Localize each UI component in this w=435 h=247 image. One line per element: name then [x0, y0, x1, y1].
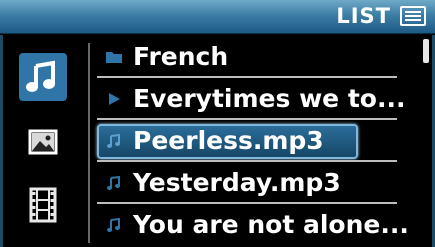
frame-left	[0, 35, 3, 247]
header-title: LIST	[336, 4, 391, 28]
folder-icon	[106, 52, 122, 63]
list-item[interactable]: Yesterday.mp3	[99, 165, 399, 203]
play-icon	[109, 93, 120, 105]
row-separator	[97, 118, 397, 120]
main-panel: French Everytimes we to... Peerless.mp3	[0, 35, 435, 247]
header-bar: LIST	[0, 0, 435, 34]
category-video[interactable]	[19, 181, 67, 229]
picture-icon	[28, 129, 58, 155]
music-player-screen: LIST French Everytimes we to... Peerless…	[0, 0, 435, 247]
list-item-label: Peerless.mp3	[133, 126, 324, 155]
column-divider	[88, 43, 90, 243]
music-note-icon	[26, 60, 55, 92]
music-note-icon	[107, 175, 120, 190]
list-item-label: Everytimes we to...	[133, 84, 406, 113]
list-item-label: French	[133, 42, 229, 71]
row-separator	[97, 160, 397, 162]
category-photo[interactable]	[19, 120, 67, 168]
list-item-selected[interactable]: Peerless.mp3	[97, 123, 399, 161]
scrollbar-thumb[interactable]	[423, 39, 429, 63]
list-item-label: You are not alone...	[133, 210, 409, 239]
film-icon	[29, 187, 57, 223]
row-separator	[97, 76, 397, 78]
list-item[interactable]: Everytimes we to...	[99, 81, 405, 119]
category-music[interactable]	[19, 53, 67, 101]
row-separator	[97, 202, 397, 204]
list-item[interactable]: You are not alone...	[99, 207, 409, 245]
list-item-label: Yesterday.mp3	[133, 168, 341, 197]
list-icon[interactable]	[400, 6, 426, 26]
music-note-icon	[107, 133, 120, 148]
music-note-icon	[107, 217, 120, 232]
scrollbar[interactable]	[422, 35, 431, 247]
list-item[interactable]: French	[99, 39, 399, 77]
